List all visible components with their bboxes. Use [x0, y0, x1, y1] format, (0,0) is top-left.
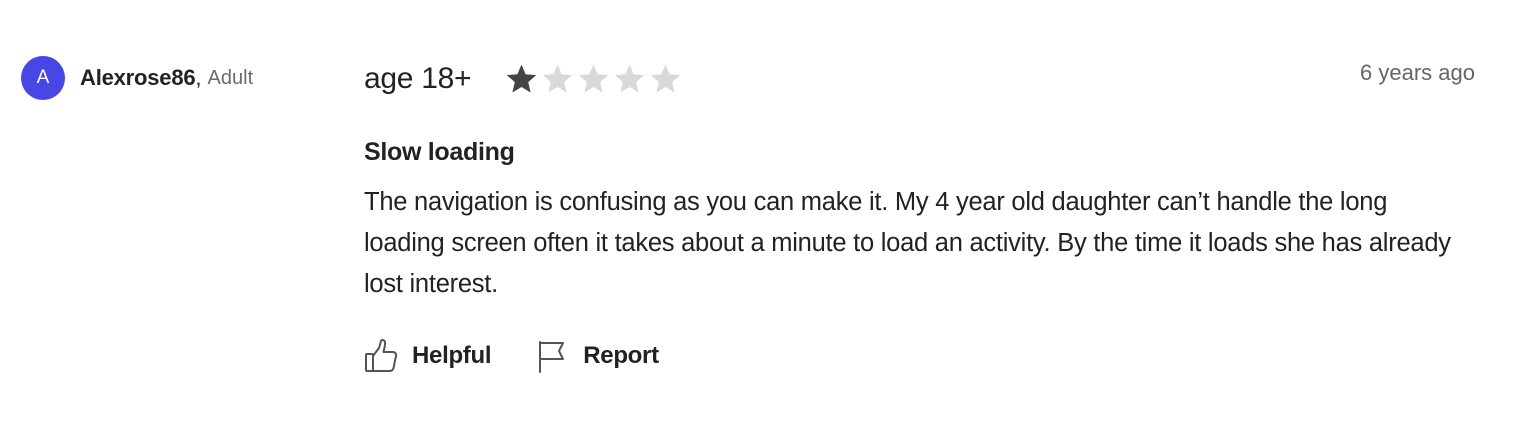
reviewer-name: Alexrose86 [80, 65, 196, 90]
review-body: The navigation is confusing as you can m… [364, 188, 1451, 298]
star-empty-icon [542, 64, 573, 92]
reviewer-type: Adult [207, 66, 254, 89]
avatar: A [21, 56, 65, 100]
reviewer-info: A Alexrose86, Adult [21, 56, 253, 100]
star-empty-icon [578, 64, 609, 92]
star-empty-icon [614, 64, 645, 92]
flag-icon [539, 341, 565, 373]
review-timestamp: 6 years ago [1360, 60, 1475, 85]
review-card: A Alexrose86, Adult age 18+ 6 years ago … [0, 0, 1536, 448]
star-filled-icon [506, 64, 537, 92]
age-label: age 18+ [364, 62, 472, 95]
star-rating [505, 63, 682, 96]
review-actions: Helpful Report [364, 338, 659, 374]
avatar-initial: A [36, 67, 50, 88]
report-button[interactable]: Report [535, 338, 659, 374]
helpful-label: Helpful [412, 342, 492, 369]
star-empty-icon [650, 64, 681, 92]
thumbs-up-icon [365, 339, 398, 372]
review-title: Slow loading [364, 138, 515, 166]
report-label: Report [583, 342, 659, 369]
helpful-button[interactable]: Helpful [364, 338, 492, 374]
review-meta: age 18+ [364, 62, 682, 96]
reviewer-separator: , [195, 65, 202, 90]
